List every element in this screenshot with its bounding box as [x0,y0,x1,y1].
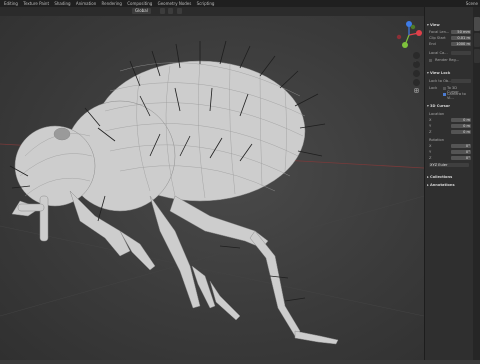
gizmo-neg-x-handle [396,34,402,40]
flea-model [11,60,339,345]
clip-end-label: End [429,42,436,46]
location-y-field[interactable]: 0 m [451,124,471,128]
3d-cursor-section-title: 3D Cursor [429,104,451,108]
sidebar-tab-strip [473,7,480,360]
navigation-gizmo[interactable] [395,21,423,49]
focal-length-row: Focal Len... 50 mm [429,30,471,35]
collections-section-title: Collections [429,175,453,179]
zoom-icon[interactable] [413,52,420,66]
workspace-tab-editing[interactable]: Editing [4,0,18,7]
clip-start-row: Clip Start 0.01 m [429,36,471,41]
transform-orientation-label: Global [135,8,148,13]
location-label-row: Location [429,112,469,117]
rotation-y-row: Y 0° [429,150,471,154]
camera-to-view-checkbox[interactable] [443,92,446,96]
flea-antenna [39,195,49,242]
rotation-y-field[interactable]: 0° [451,150,471,154]
rotation-z-row: Z 0° [429,156,471,160]
lock-to-object-field[interactable] [451,79,471,83]
render-region-checkbox[interactable] [429,58,432,62]
rotation-x-field[interactable]: 0° [451,144,471,148]
focal-length-label: Focal Len... [429,30,450,34]
viewport-header: Global [0,7,424,16]
chevron-right-icon: ▸ [427,183,429,187]
view-section-title: View [429,23,440,27]
pan-hand-icon[interactable] [413,61,420,74]
view-section-header[interactable]: ▾ View [427,23,471,27]
tab-view[interactable] [474,17,480,31]
clip-start-label: Clip Start [429,36,446,40]
camera-to-view-row: Camera to Vi... [429,92,469,100]
snap-icon[interactable] [168,8,173,14]
rotation-mode-row: XYZ Euler [429,163,469,168]
focal-length-field[interactable]: 50 mm [451,30,471,34]
lock-row: Lock To 3D Cursor [429,86,469,94]
flea-palp [17,203,45,212]
workspace-tab-rendering[interactable]: Rendering [102,0,122,7]
gizmo-y-handle [402,42,408,48]
gizmo-neg-y-handle [410,24,416,30]
viewport-canvas [0,40,425,345]
workspace-tab-compositing[interactable]: Compositing [127,0,152,7]
scene-selector[interactable]: Scene [466,0,478,7]
flea-eye [53,127,71,141]
flea-hind-tarsus [294,330,339,345]
chevron-down-icon: ▾ [427,23,429,27]
lock-to-object-row: Lock to Ob... [429,79,471,84]
annotations-section-header[interactable]: ▸ Annotations [427,183,471,187]
location-x-field[interactable]: 0 m [451,118,471,122]
flea-leg-segment [209,280,241,321]
workspace-tab-texture-paint[interactable]: Texture Paint [23,0,49,7]
local-camera-row: Local Ca... [429,51,471,56]
view-lock-section-title: View Lock [429,71,451,75]
location-label: Location [429,112,445,116]
lock-label: Lock [429,86,438,90]
camera-view-icon[interactable] [413,70,420,83]
flea-hind-tibia [249,230,301,337]
location-z-field[interactable]: 0 m [451,130,471,134]
chevron-right-icon: ▸ [427,175,429,179]
location-y-row: Y 0 m [429,124,471,128]
chevron-down-icon: ▾ [427,104,429,108]
sidebar-n-panel: ▾ View Focal Len... 50 mm Clip Start 0.0… [424,7,480,360]
gizmo-x-handle [416,30,422,36]
transform-orientation-dropdown[interactable]: Global [132,8,151,14]
annotations-section-title: Annotations [429,183,455,187]
workspace-tab-bar: Editing Texture Paint Shading Animation … [0,0,480,7]
perspective-grid-icon[interactable] [413,79,420,93]
lock-to-object-label: Lock to Ob... [429,79,452,83]
rotation-z-field[interactable]: 0° [451,156,471,160]
clip-end-row: End 1000 m [429,42,471,47]
render-region-label: Render Reg... [435,58,460,62]
3d-viewport[interactable] [0,16,425,360]
proportional-edit-icon[interactable] [177,8,182,14]
rotation-label: Rotation [429,138,445,142]
tab-tool[interactable] [474,33,480,47]
rotation-x-row: X 0° [429,144,471,148]
rotation-label-row: Rotation [429,138,469,143]
workspace-tab-shading[interactable]: Shading [54,0,70,7]
workspace-tab-animation[interactable]: Animation [76,0,96,7]
flea-head [14,125,96,207]
chevron-down-icon: ▾ [427,71,429,75]
location-z-row: Z 0 m [429,130,471,134]
clip-end-field[interactable]: 1000 m [451,42,471,46]
to-3d-cursor-checkbox[interactable] [443,86,446,90]
location-x-row: X 0 m [429,118,471,122]
collections-section-header[interactable]: ▸ Collections [427,175,471,179]
camera-to-view-label: Camera to Vi... [447,92,466,100]
local-camera-label: Local Ca... [429,51,448,55]
3d-cursor-section-header[interactable]: ▾ 3D Cursor [427,104,471,108]
workspace-tab-geometry-nodes[interactable]: Geometry Nodes [158,0,192,7]
pivot-icon[interactable] [160,8,165,14]
render-region-row: Render Reg... [429,58,469,63]
local-camera-field[interactable] [451,51,471,55]
rotation-mode-dropdown[interactable]: XYZ Euler [429,163,469,167]
view-lock-section-header[interactable]: ▾ View Lock [427,71,471,75]
tab-item[interactable] [474,49,480,63]
clip-start-field[interactable]: 0.01 m [451,36,471,40]
workspace-tab-scripting[interactable]: Scripting [197,0,215,7]
